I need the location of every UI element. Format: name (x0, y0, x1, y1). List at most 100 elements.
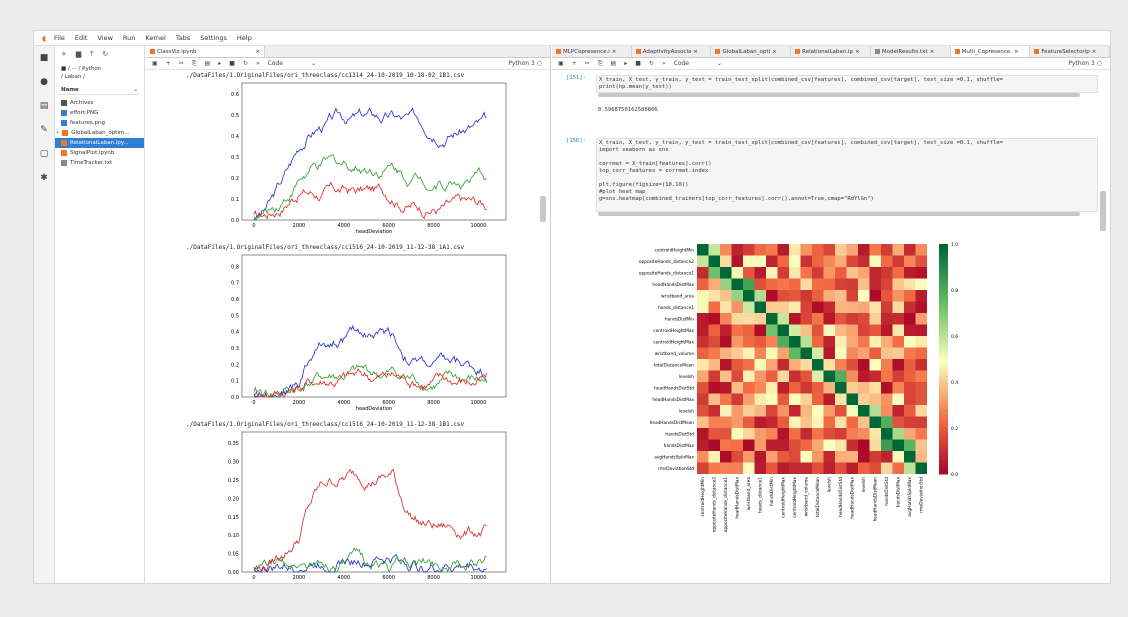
save-icon[interactable]: ▣ (558, 60, 564, 67)
heatmap-cell (846, 267, 858, 279)
insert-cell-icon[interactable]: + (166, 60, 171, 67)
menu-tabs[interactable]: Tabs (176, 34, 190, 42)
breadcrumb-line[interactable]: / Laban / (61, 73, 138, 81)
running-dot-icon: • (56, 130, 60, 136)
column-header-name[interactable]: Name ⌄ (59, 86, 140, 95)
file-item[interactable]: SignalPlot.ipynb (55, 148, 144, 158)
chevron-down-icon[interactable]: ⌄ (311, 60, 316, 67)
cell-source[interactable]: X_train, X_test, y_train, y_test = train… (596, 75, 1098, 93)
heatmap-cell (789, 370, 801, 382)
scrollbar[interactable] (540, 196, 546, 222)
y-tick-label: 0.0 (231, 218, 239, 224)
chevron-down-icon[interactable]: ⌄ (717, 60, 722, 67)
fast-forward-icon[interactable]: » (256, 60, 260, 67)
run-icon[interactable]: ▸ (218, 60, 221, 67)
refresh-icon[interactable]: ↻ (102, 50, 108, 59)
paste-icon[interactable]: ▤ (611, 60, 617, 67)
menu-help[interactable]: Help (237, 34, 252, 42)
colorbar-tick: 0.2 (951, 426, 958, 432)
menu-edit[interactable]: Edit (75, 34, 88, 42)
tab-classviz[interactable]: ClassViz.ipynb × (146, 46, 265, 57)
fast-forward-icon[interactable]: » (662, 60, 666, 67)
heatmap-cell (869, 405, 881, 417)
tab-3[interactable]: RelationalLaban.ip × (791, 46, 871, 57)
new-folder-icon[interactable]: ▆ (76, 50, 81, 59)
copy-icon[interactable]: ⎘ (192, 60, 197, 68)
cell-source[interactable]: X_train, X_test, y_train, y_test = train… (596, 138, 1098, 212)
heatmap-cell (823, 313, 835, 325)
heatmap-cell (904, 301, 916, 313)
insert-cell-icon[interactable]: + (572, 60, 577, 67)
stop-icon[interactable]: ■ (229, 60, 235, 67)
heatmap-cell (720, 267, 732, 279)
save-icon[interactable]: ▣ (152, 60, 158, 67)
menu-settings[interactable]: Settings (200, 34, 227, 42)
run-icon[interactable]: ▸ (624, 60, 627, 67)
heatmap-cell (766, 451, 778, 463)
close-icon[interactable]: × (1014, 49, 1019, 55)
cell-type-select[interactable]: Code (268, 60, 283, 67)
file-item[interactable]: • GlobalLaban_optim... (55, 128, 144, 138)
cut-icon[interactable]: ✂ (179, 60, 184, 67)
heatmap-cell (915, 359, 927, 371)
close-icon[interactable]: × (930, 49, 935, 55)
heatmap-cell (731, 336, 743, 348)
file-item[interactable]: RelationalLaban.ipy... (55, 138, 144, 148)
heatmap-row-label: avgHandsSpInMax (654, 454, 694, 460)
file-item[interactable]: effort.PNG (55, 108, 144, 118)
tab-4[interactable]: ModelResults.txt × (871, 46, 951, 57)
heatmap-cell (800, 290, 812, 302)
colorbar-segment (939, 285, 948, 291)
kernel-name[interactable]: Python 3 ○ (1068, 60, 1102, 67)
tab-2[interactable]: GlobalLaban_opti × (711, 46, 792, 57)
file-item[interactable]: Archives (55, 98, 144, 108)
menu-kernel[interactable]: Kernel (145, 34, 165, 42)
commands-icon[interactable]: ▤ (34, 94, 54, 118)
scrollbar[interactable] (1100, 191, 1106, 231)
close-icon[interactable]: × (772, 49, 777, 55)
colorbar-segment (939, 336, 948, 342)
tab-1[interactable]: AdaptivityAssocia × (632, 46, 712, 57)
restart-icon[interactable]: ↻ (243, 60, 248, 67)
new-launcher-icon[interactable]: + (61, 50, 67, 59)
menu-view[interactable]: View (97, 34, 112, 42)
cut-icon[interactable]: ✂ (585, 60, 590, 67)
heatmap-col-label: wristband_volume (803, 477, 809, 517)
tab-0[interactable]: MLPCopresence.i × (552, 46, 632, 57)
heatmap-cell (754, 428, 766, 440)
close-icon[interactable]: × (1092, 49, 1097, 55)
tabs-icon[interactable]: ▢ (34, 142, 54, 166)
file-item[interactable]: features.png (55, 118, 144, 128)
extension-icon[interactable]: ✱ (34, 166, 54, 190)
paste-icon[interactable]: ▤ (205, 60, 211, 67)
close-icon[interactable]: × (693, 49, 698, 55)
upload-icon[interactable]: ⤒ (90, 50, 93, 59)
menu-file[interactable]: File (54, 34, 65, 42)
cell-scrollbar[interactable] (598, 93, 1080, 97)
heatmap-cell (892, 347, 904, 359)
breadcrumb-line[interactable]: ■ / ··· / Python (61, 65, 138, 73)
running-icon[interactable]: ● (34, 70, 54, 94)
menu-run[interactable]: Run (123, 34, 135, 42)
heatmap-cell (904, 255, 916, 267)
tab-6[interactable]: FeatureSelectorip × (1030, 46, 1110, 57)
close-icon[interactable]: × (612, 49, 617, 55)
left-notebook-panel: ClassViz.ipynb × ▣ + ✂ ⎘ ▤ ▸ ■ ↻ » Code … (146, 46, 551, 583)
restart-icon[interactable]: ↻ (649, 60, 654, 67)
close-icon[interactable]: × (855, 49, 860, 55)
copy-icon[interactable]: ⎘ (598, 60, 603, 68)
tab-5[interactable]: Multi_Copresence. × (950, 46, 1031, 57)
cell-type-select[interactable]: Code (674, 60, 689, 67)
heatmap-cell (869, 347, 881, 359)
stop-icon[interactable]: ■ (635, 60, 641, 67)
close-icon[interactable]: × (255, 49, 260, 55)
heatmap-cell (915, 393, 927, 405)
heatmap-cell (743, 462, 755, 474)
kernel-name[interactable]: Python 3 ○ (508, 60, 542, 67)
heatmap-cell (823, 416, 835, 428)
tools-icon[interactable]: ✎ (34, 118, 54, 142)
heatmap-cell (823, 393, 835, 405)
cell-scrollbar[interactable] (598, 212, 1080, 216)
file-item[interactable]: TimeTracker.txt (55, 158, 144, 168)
folder-icon[interactable]: ■ (34, 46, 54, 70)
